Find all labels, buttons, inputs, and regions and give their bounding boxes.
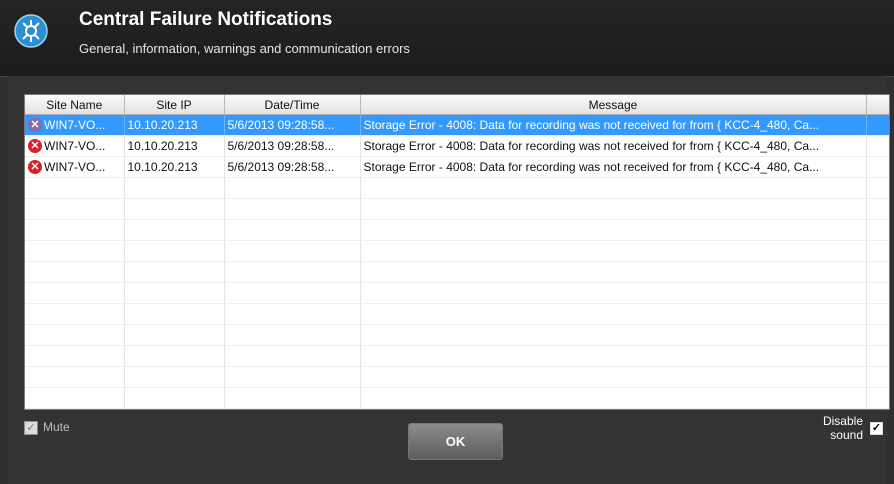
table-row[interactable]: ✕ WIN7-VO... 10.10.20.213 5/6/2013 09:28:… (25, 135, 889, 157)
app-logo-icon (14, 14, 48, 48)
empty-row (25, 282, 889, 304)
notifications-table[interactable]: Site Name Site IP Date/Time Message ✕ WIN… (24, 94, 890, 410)
empty-row (25, 303, 889, 325)
mute-label: Mute (43, 420, 70, 434)
check-icon[interactable]: ✓ (24, 420, 38, 435)
site-name-cell: ✕ WIN7-VO... (25, 135, 125, 157)
empty-row (25, 240, 889, 262)
ok-button[interactable]: OK (408, 423, 503, 460)
empty-row (25, 177, 889, 199)
datetime-cell: 5/6/2013 09:28:58... (224, 114, 361, 136)
datetime-cell: 5/6/2013 09:28:58... (224, 156, 361, 178)
empty-row (25, 345, 889, 367)
window-subtitle: General, information, warnings and commu… (79, 41, 410, 56)
table-row[interactable]: ✕ WIN7-VO... 10.10.20.213 5/6/2013 09:28:… (25, 156, 889, 178)
site-ip-cell: 10.10.20.213 (124, 156, 225, 178)
empty-row (25, 324, 889, 346)
site-name-cell: ✕ WIN7-VO... (25, 114, 125, 136)
error-icon: ✕ (28, 118, 42, 133)
empty-row (25, 387, 889, 409)
table-row[interactable]: ✕ WIN7-VO... 10.10.20.213 5/6/2013 09:28:… (25, 114, 889, 136)
message-cell: Storage Error - 4008: Data for recording… (360, 156, 867, 178)
check-icon[interactable]: ✓ (870, 422, 883, 435)
window-title: Central Failure Notifications (79, 9, 333, 30)
empty-row (25, 219, 889, 241)
column-header-message[interactable]: Message (360, 95, 867, 115)
failure-notifications-window: Central Failure Notifications General, i… (0, 0, 894, 484)
error-icon: ✕ (28, 139, 42, 154)
empty-row (25, 198, 889, 220)
site-ip-cell: 10.10.20.213 (124, 135, 225, 157)
column-header-site-name[interactable]: Site Name (25, 95, 125, 115)
empty-row (25, 261, 889, 283)
disable-sound-label: Disable sound (822, 414, 863, 442)
header-bar: Central Failure Notifications General, i… (0, 0, 894, 77)
message-cell: Storage Error - 4008: Data for recording… (360, 114, 867, 136)
column-header-site-ip[interactable]: Site IP (124, 95, 225, 115)
mute-checkbox[interactable]: ✓ Mute (24, 420, 70, 435)
empty-row (25, 366, 889, 388)
table-header-row: Site Name Site IP Date/Time Message (25, 95, 889, 115)
column-header-spacer (866, 95, 889, 115)
site-name-cell: ✕ WIN7-VO... (25, 156, 125, 178)
datetime-cell: 5/6/2013 09:28:58... (224, 135, 361, 157)
message-cell: Storage Error - 4008: Data for recording… (360, 135, 867, 157)
error-icon: ✕ (28, 160, 42, 175)
site-ip-cell: 10.10.20.213 (124, 114, 225, 136)
column-header-datetime[interactable]: Date/Time (224, 95, 361, 115)
